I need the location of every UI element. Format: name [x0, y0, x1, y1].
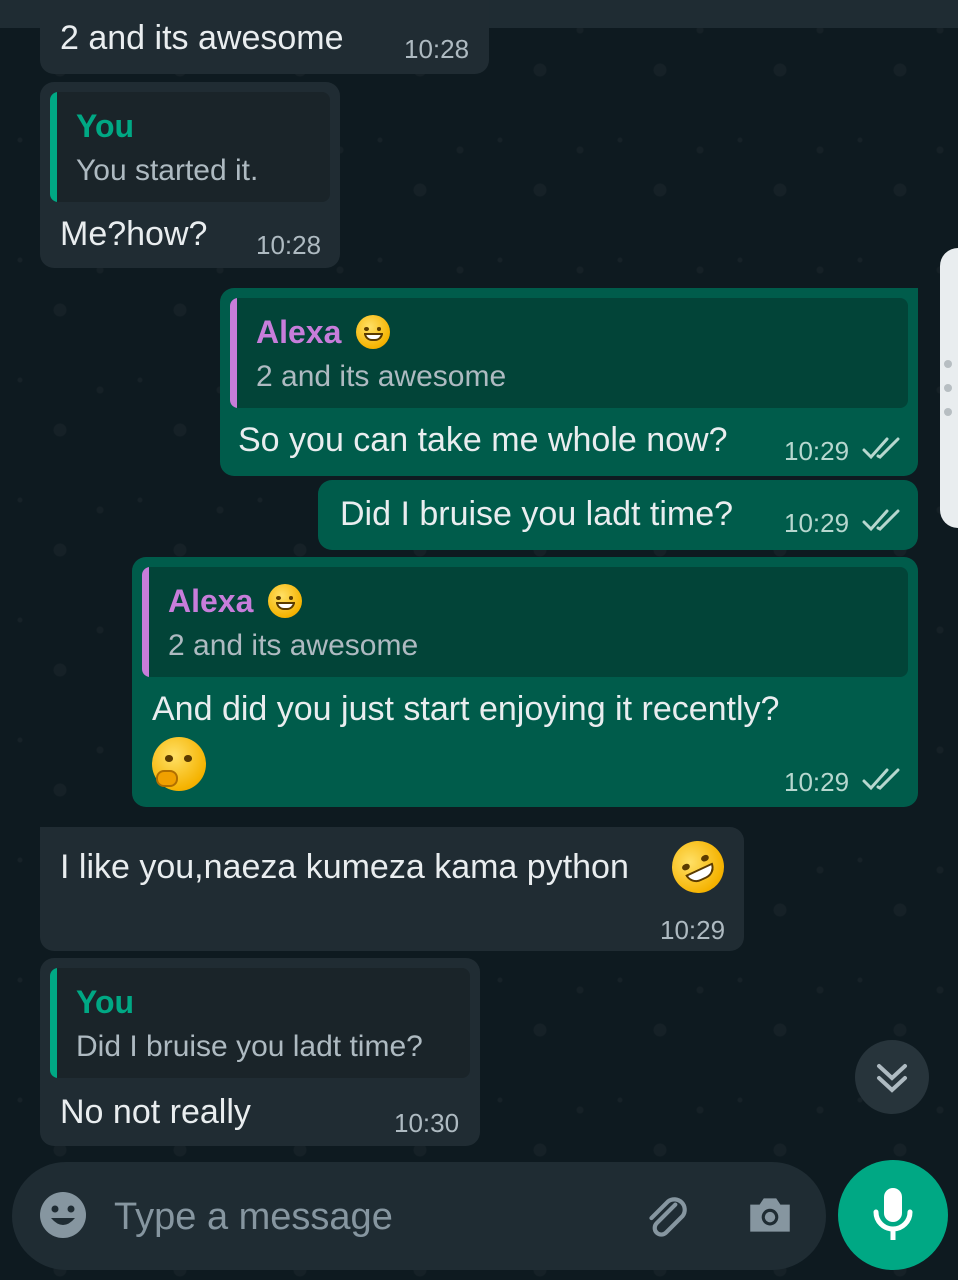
message-time: 10:29 [784, 508, 850, 538]
thinking-face-icon [152, 737, 206, 791]
message-time: 10:30 [394, 1108, 460, 1138]
message-incoming[interactable]: I like you,naeza kumeza kama python 10:2… [40, 827, 744, 951]
double-chevron-down-icon [877, 1064, 907, 1093]
double-check-icon [862, 437, 900, 460]
side-panel-handle[interactable] [940, 248, 958, 528]
message-text: I like you,naeza kumeza kama python [60, 848, 629, 886]
message-text: So you can take me whole now? [238, 421, 728, 459]
voice-message-button[interactable] [838, 1160, 948, 1270]
message-incoming[interactable]: You Did I bruise you ladt time? No not r… [40, 958, 480, 1146]
message-text: 2 and its awesome [60, 19, 344, 57]
quote-accent-bar [230, 298, 237, 408]
quoted-message[interactable]: You You started it. [50, 92, 330, 202]
message-incoming[interactable]: You You started it. Me?how? 10:28 [40, 82, 340, 268]
quoted-message[interactable]: Alexa 2 and its awesome [230, 298, 908, 408]
message-time: 10:29 [784, 436, 850, 466]
handle-dot [944, 384, 952, 392]
quote-accent-bar [142, 567, 149, 677]
message-time: 10:28 [404, 34, 470, 64]
quote-author: Alexa [256, 314, 391, 351]
quote-accent-bar [50, 92, 57, 202]
message-time: 10:29 [784, 767, 850, 797]
message-incoming[interactable]: 2 and its awesome 10:28 [40, 0, 489, 74]
quote-text: 2 and its awesome [256, 360, 507, 393]
message-input[interactable] [112, 1182, 616, 1252]
rolling-on-floor-laughing-icon [663, 832, 733, 902]
message-time: 10:28 [256, 230, 322, 260]
camera-icon[interactable] [744, 1188, 796, 1240]
message-text: No not really [60, 1093, 251, 1131]
message-text: Me?how? [60, 215, 208, 253]
quote-text: 2 and its awesome [168, 629, 419, 662]
message-outgoing[interactable]: Alexa 2 and its awesome So you can take … [220, 288, 918, 476]
quoted-message[interactable]: You Did I bruise you ladt time? [50, 968, 470, 1078]
double-check-icon [862, 509, 900, 532]
message-time: 10:29 [660, 915, 726, 945]
handle-dot [944, 408, 952, 416]
emoji-icon[interactable] [38, 1190, 88, 1240]
message-outgoing[interactable]: Alexa 2 and its awesome And did you just… [132, 557, 918, 807]
message-text: And did you just start enjoying it recen… [152, 690, 780, 728]
double-check-icon [862, 768, 900, 791]
grinning-face-icon [356, 315, 391, 349]
message-outgoing[interactable]: Did I bruise you ladt time? 10:29 [318, 480, 918, 550]
quote-accent-bar [50, 968, 57, 1078]
message-text: Did I bruise you ladt time? [340, 495, 734, 533]
quote-text: Did I bruise you ladt time? [76, 1030, 423, 1063]
grinning-face-icon [268, 584, 303, 618]
quote-author: You [76, 108, 135, 144]
quote-author: Alexa [168, 583, 303, 620]
quote-author: You [76, 984, 135, 1020]
attach-icon[interactable] [640, 1190, 692, 1242]
handle-dot [944, 360, 952, 368]
scroll-to-bottom-button[interactable] [855, 1040, 929, 1114]
quoted-message[interactable]: Alexa 2 and its awesome [142, 567, 908, 677]
mic-icon [873, 1188, 913, 1240]
quote-text: You started it. [76, 154, 259, 187]
message-composer [12, 1162, 826, 1270]
